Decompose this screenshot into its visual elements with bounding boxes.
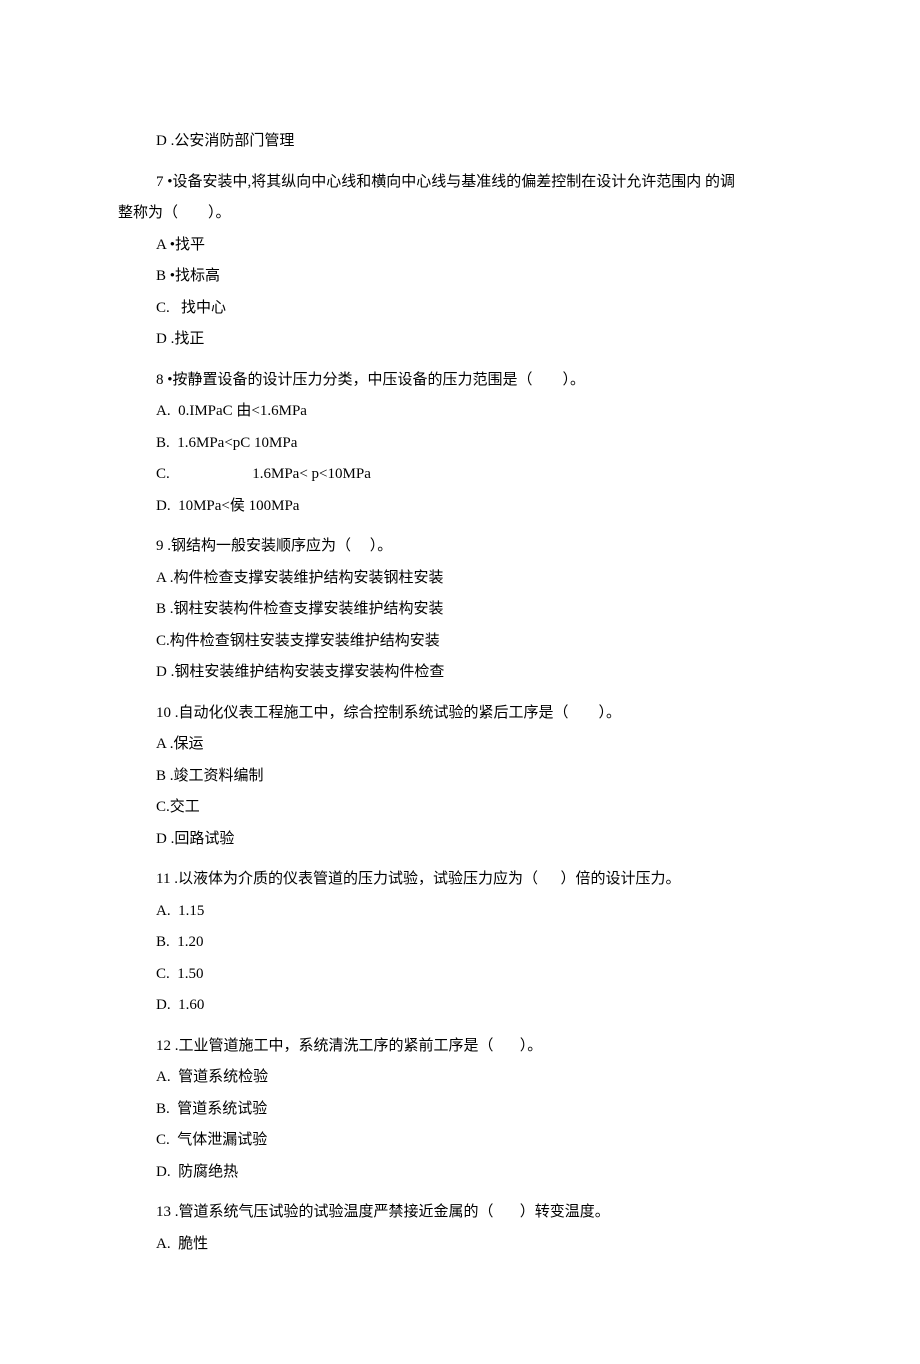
text-line: D. 1.60: [118, 994, 802, 1017]
text-line: C. 1.50: [118, 963, 802, 986]
text-line: B •找标高: [118, 265, 802, 288]
text-line: A. 1.15: [118, 900, 802, 923]
text-line: B .钢柱安装构件检查支撑安装维护结构安装: [118, 598, 802, 621]
text-line: C.交工: [118, 796, 802, 819]
text-line: 9 .钢结构一般安装顺序应为（ ）。: [118, 535, 802, 558]
text-line: C. 找中心: [118, 297, 802, 320]
document-page: D .公安消防部门管理 7 •设备安装中,将其纵向中心线和横向中心线与基准线的偏差…: [0, 0, 920, 1364]
text-line: B .竣工资料编制: [118, 765, 802, 788]
text-line: 13 .管道系统气压试验的试验温度严禁接近金属的（ ）转变温度。: [118, 1201, 802, 1224]
text-line: 12 .工业管道施工中，系统清洗工序的紧前工序是（ ）。: [118, 1035, 802, 1058]
text-line: D. 防腐绝热: [118, 1161, 802, 1184]
text-line: C.构件检查钢柱安装支撑安装维护结构安装: [118, 630, 802, 653]
text-line: 10 .自动化仪表工程施工中，综合控制系统试验的紧后工序是（ ）。: [118, 702, 802, 725]
text-line: 11 .以液体为介质的仪表管道的压力试验，试验压力应为（ ）倍的设计压力。: [118, 868, 802, 891]
blank-line: [118, 1192, 802, 1201]
text-line: B. 管道系统试验: [118, 1098, 802, 1121]
text-line: 8 •按静置设备的设计压力分类，中压设备的压力范围是（ ）。: [118, 369, 802, 392]
text-line: D .找正: [118, 328, 802, 351]
blank-line: [118, 859, 802, 868]
text-line: C. 气体泄漏试验: [118, 1129, 802, 1152]
text-line: A. 0.IMPaC 由<1.6MPa: [118, 400, 802, 423]
text-line: A .保运: [118, 733, 802, 756]
text-line: B. 1.20: [118, 931, 802, 954]
text-line: A. 管道系统检验: [118, 1066, 802, 1089]
text-line: D. 10MPa<侯 100MPa: [118, 495, 802, 518]
text-line: A .构件检查支撑安装维护结构安装钢柱安装: [118, 567, 802, 590]
text-line: D .公安消防部门管理: [118, 130, 802, 153]
text-line: 整称为（ ）。: [118, 202, 802, 225]
text-line: A •找平: [118, 234, 802, 257]
text-line: D .钢柱安装维护结构安装支撑安装构件检查: [118, 661, 802, 684]
blank-line: [118, 1026, 802, 1035]
text-line: C. 1.6MPa< p<10MPa: [118, 463, 802, 486]
blank-line: [118, 162, 802, 171]
text-line: B. 1.6MPa<pC 10MPa: [118, 432, 802, 455]
text-line: 7 •设备安装中,将其纵向中心线和横向中心线与基准线的偏差控制在设计允许范围内 …: [118, 171, 802, 194]
blank-line: [118, 526, 802, 535]
text-line: D .回路试验: [118, 828, 802, 851]
text-line: A. 脆性: [118, 1233, 802, 1256]
blank-line: [118, 360, 802, 369]
blank-line: [118, 693, 802, 702]
